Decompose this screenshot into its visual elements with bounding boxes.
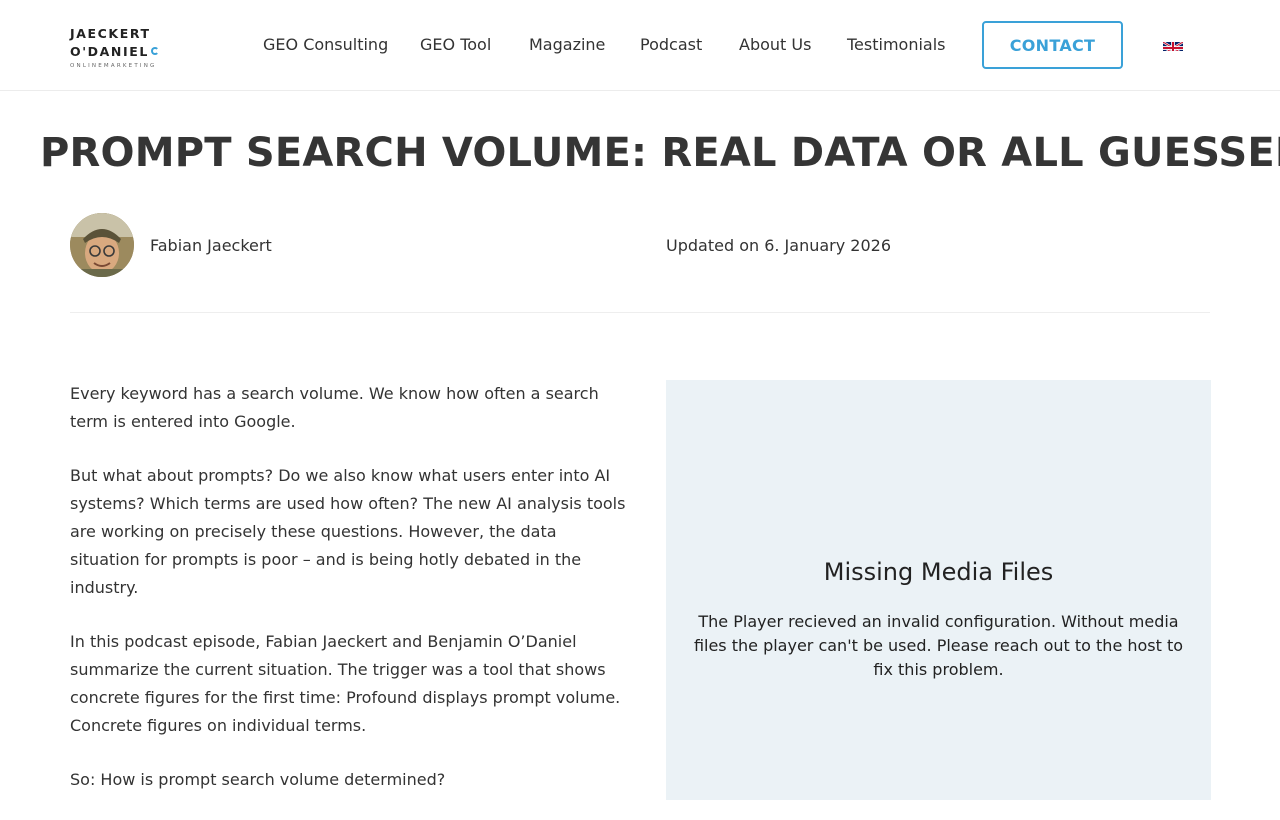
nav-item-testimonials[interactable]: Testimonials	[847, 35, 946, 55]
nav-item-about-us[interactable]: About Us	[739, 35, 811, 55]
player-error-message: The Player recieved an invalid configura…	[693, 612, 1184, 679]
nav-item-geo-consulting[interactable]: GEO Consulting	[263, 35, 388, 55]
contact-button[interactable]: CONTACT	[982, 21, 1123, 69]
author-name[interactable]: Fabian Jaeckert	[150, 235, 272, 257]
uk-flag-graphic	[1163, 40, 1183, 51]
podcast-player	[666, 380, 1211, 800]
nav-item-geo-tool[interactable]: GEO Tool	[420, 35, 491, 55]
article-paragraph: But what about prompts? Do we also know …	[70, 466, 626, 597]
nav-item-podcast[interactable]: Podcast	[640, 35, 702, 55]
article-title: PROMPT SEARCH VOLUME: REAL DATA OR ALL G…	[40, 130, 1280, 176]
uk-flag-icon[interactable]	[1163, 39, 1183, 51]
logo-line-2: O'DANIEL	[70, 44, 149, 59]
meta-divider	[70, 312, 1210, 313]
logo-line-1: JAECKERT	[70, 26, 151, 41]
article-paragraph: Every keyword has a search volume. We kn…	[70, 384, 599, 431]
author-avatar-image	[70, 213, 134, 277]
site-logo[interactable]: JAECKERT O'DANIEL ONLINEMARKETING	[70, 26, 170, 69]
updated-date: Updated on 6. January 2026	[666, 236, 892, 255]
logo-mark-icon	[150, 47, 159, 55]
article-body: Every keyword has a search volume. We kn…	[70, 380, 630, 820]
article-paragraph: In this podcast episode, Fabian Jaeckert…	[70, 632, 621, 735]
article-paragraph: So: How is prompt search volume determin…	[70, 770, 446, 789]
logo-tagline: ONLINEMARKETING	[70, 63, 157, 69]
site-header: JAECKERT O'DANIEL ONLINEMARKETING GEO Co…	[0, 0, 1280, 91]
author-avatar	[70, 213, 134, 277]
player-error-title: Missing Media Files	[823, 558, 1054, 586]
nav-item-magazine[interactable]: Magazine	[529, 35, 605, 55]
